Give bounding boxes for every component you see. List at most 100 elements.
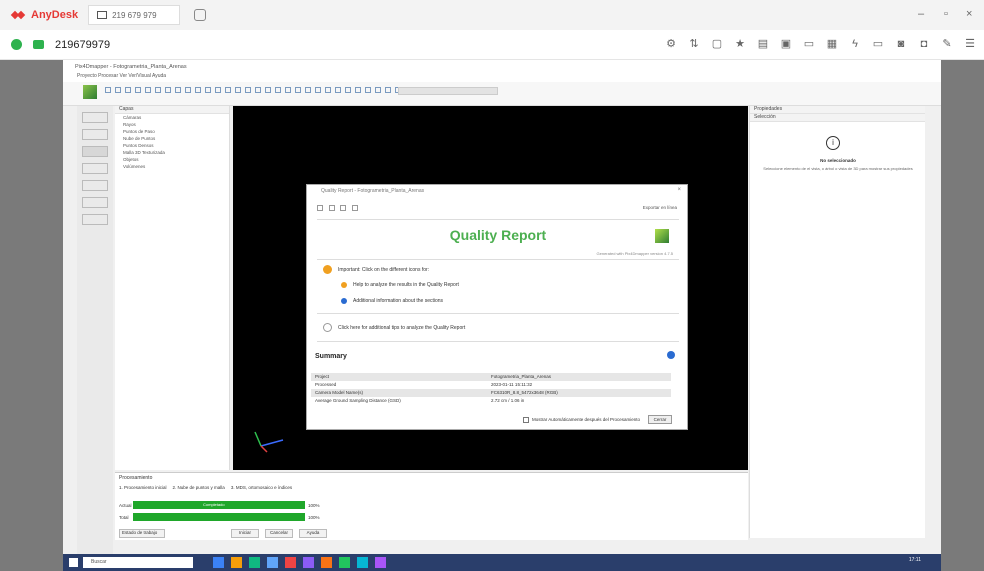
app-icon[interactable] (285, 557, 296, 568)
tool-icon[interactable] (255, 87, 261, 93)
whiteboard-icon[interactable]: ✎ (941, 38, 953, 50)
tool-icon[interactable] (225, 87, 231, 93)
tool-icon[interactable] (355, 87, 361, 93)
tool-icon[interactable] (295, 87, 301, 93)
app-icon[interactable] (303, 557, 314, 568)
tool-icon[interactable] (185, 87, 191, 93)
tool-icon[interactable] (205, 87, 211, 93)
taskbar-search[interactable]: Buscar (83, 557, 193, 568)
tool-icon[interactable] (145, 87, 151, 93)
job-status-button[interactable]: Estado de trabajo (119, 529, 165, 538)
tool-icon[interactable] (235, 87, 241, 93)
file-transfer-icon[interactable]: ▤ (757, 38, 769, 50)
nav-item[interactable] (82, 129, 108, 140)
clipboard-icon[interactable]: ▦ (826, 38, 838, 50)
favorite-icon[interactable]: ★ (734, 38, 746, 50)
tool-icon[interactable] (265, 87, 271, 93)
close-button[interactable]: Cerrar (648, 415, 673, 424)
step-checkbox[interactable]: 2. Nube de puntos y malla (173, 485, 225, 490)
save-icon[interactable] (352, 205, 359, 211)
app-icon[interactable] (375, 557, 386, 568)
summary-info-icon[interactable] (667, 351, 675, 359)
dialog-close-icon[interactable]: × (677, 187, 681, 193)
tool-icon[interactable] (135, 87, 141, 93)
actions-icon[interactable]: ϟ (849, 38, 861, 50)
app-icon[interactable] (231, 557, 242, 568)
tool-icon[interactable] (195, 87, 201, 93)
lock-icon[interactable]: ▢ (711, 38, 723, 50)
chat-icon[interactable]: ▭ (803, 38, 815, 50)
session-tab[interactable]: 219 679 979 (88, 5, 181, 25)
tool-icon[interactable] (275, 87, 281, 93)
app-menubar[interactable]: Proyecto Procesar Ver Ver/Visual Ayuda (63, 73, 941, 82)
print-icon[interactable] (340, 205, 347, 211)
minimize-icon[interactable]: – (918, 8, 924, 20)
total-progress-track (133, 513, 305, 521)
nav-item[interactable] (82, 214, 108, 225)
cancel-button[interactable]: Cancelar (265, 529, 293, 538)
tool-icon[interactable] (305, 87, 311, 93)
layers-panel: Capas Cámaras Rayos Puntos de Paso Nube … (115, 106, 230, 470)
nav-item[interactable] (82, 112, 108, 123)
tool-icon[interactable] (285, 87, 291, 93)
tool-icon[interactable] (375, 87, 381, 93)
back-icon[interactable] (317, 205, 323, 211)
layer-item[interactable]: Rayos (115, 121, 229, 128)
app-icon[interactable] (213, 557, 224, 568)
windows-taskbar: Buscar 17:11 (63, 554, 941, 571)
nav-item[interactable] (82, 180, 108, 191)
display-icon[interactable]: ▭ (872, 38, 884, 50)
layer-item[interactable]: Objetos (115, 156, 229, 163)
remote-monitor-icon[interactable] (33, 40, 44, 49)
windows-start-icon[interactable] (69, 558, 78, 567)
layer-item[interactable]: Volúmenes (115, 163, 229, 170)
export-button[interactable]: Exportar en línea (643, 205, 677, 210)
tool-icon[interactable] (125, 87, 131, 93)
input-icon[interactable]: ⇅ (688, 38, 700, 50)
app-icon[interactable] (321, 557, 332, 568)
close-icon[interactable]: × (966, 8, 972, 20)
auto-show-checkbox[interactable] (523, 416, 529, 423)
tool-icon[interactable] (335, 87, 341, 93)
start-button[interactable]: Iniciar (231, 529, 259, 538)
tool-icon[interactable] (175, 87, 181, 93)
left-nav (77, 106, 113, 554)
tool-icon[interactable] (115, 87, 121, 93)
new-tab-button[interactable] (194, 9, 207, 21)
nav-item[interactable] (82, 197, 108, 208)
monitor-select-icon[interactable]: ▣ (780, 38, 792, 50)
help-link[interactable]: Click here for additional tips to analyz… (338, 325, 465, 331)
app-icon[interactable] (249, 557, 260, 568)
tool-icon[interactable] (155, 87, 161, 93)
nav-item-raycloud[interactable] (82, 146, 108, 157)
layer-item[interactable]: Nube de Puntos (115, 135, 229, 142)
tool-icon[interactable] (105, 87, 111, 93)
app-icon[interactable] (357, 557, 368, 568)
tool-icon[interactable] (315, 87, 321, 93)
session-id: 219679979 (55, 38, 111, 51)
tool-icon[interactable] (325, 87, 331, 93)
layer-item[interactable]: Cámaras (115, 114, 229, 121)
layer-item[interactable]: Puntos Densos (115, 142, 229, 149)
app-icon[interactable] (339, 557, 350, 568)
record-icon[interactable]: ◙ (895, 38, 907, 50)
tool-icon[interactable] (245, 87, 251, 93)
step-checkbox[interactable]: 3. MDS, ortomosaico e índices (231, 485, 292, 490)
help-button[interactable]: Ayuda (299, 529, 327, 538)
tool-icon[interactable] (165, 87, 171, 93)
privacy-icon[interactable]: ◘ (918, 38, 930, 50)
nav-item[interactable] (82, 163, 108, 174)
maximize-icon[interactable]: ▫ (944, 8, 948, 20)
menu-icon[interactable]: ☰ (964, 38, 976, 50)
tool-icon[interactable] (345, 87, 351, 93)
step-checkbox[interactable]: 1. Procesamiento inicial (119, 485, 167, 490)
tool-icon[interactable] (365, 87, 371, 93)
forward-icon[interactable] (328, 205, 335, 211)
view-dropdown[interactable] (398, 87, 498, 95)
layer-item[interactable]: Malla 3D Texturizada (115, 149, 229, 156)
tool-icon[interactable] (385, 87, 391, 93)
app-icon[interactable] (267, 557, 278, 568)
settings-icon[interactable]: ⚙ (665, 38, 677, 50)
layer-item[interactable]: Puntos de Paso (115, 128, 229, 135)
tool-icon[interactable] (215, 87, 221, 93)
